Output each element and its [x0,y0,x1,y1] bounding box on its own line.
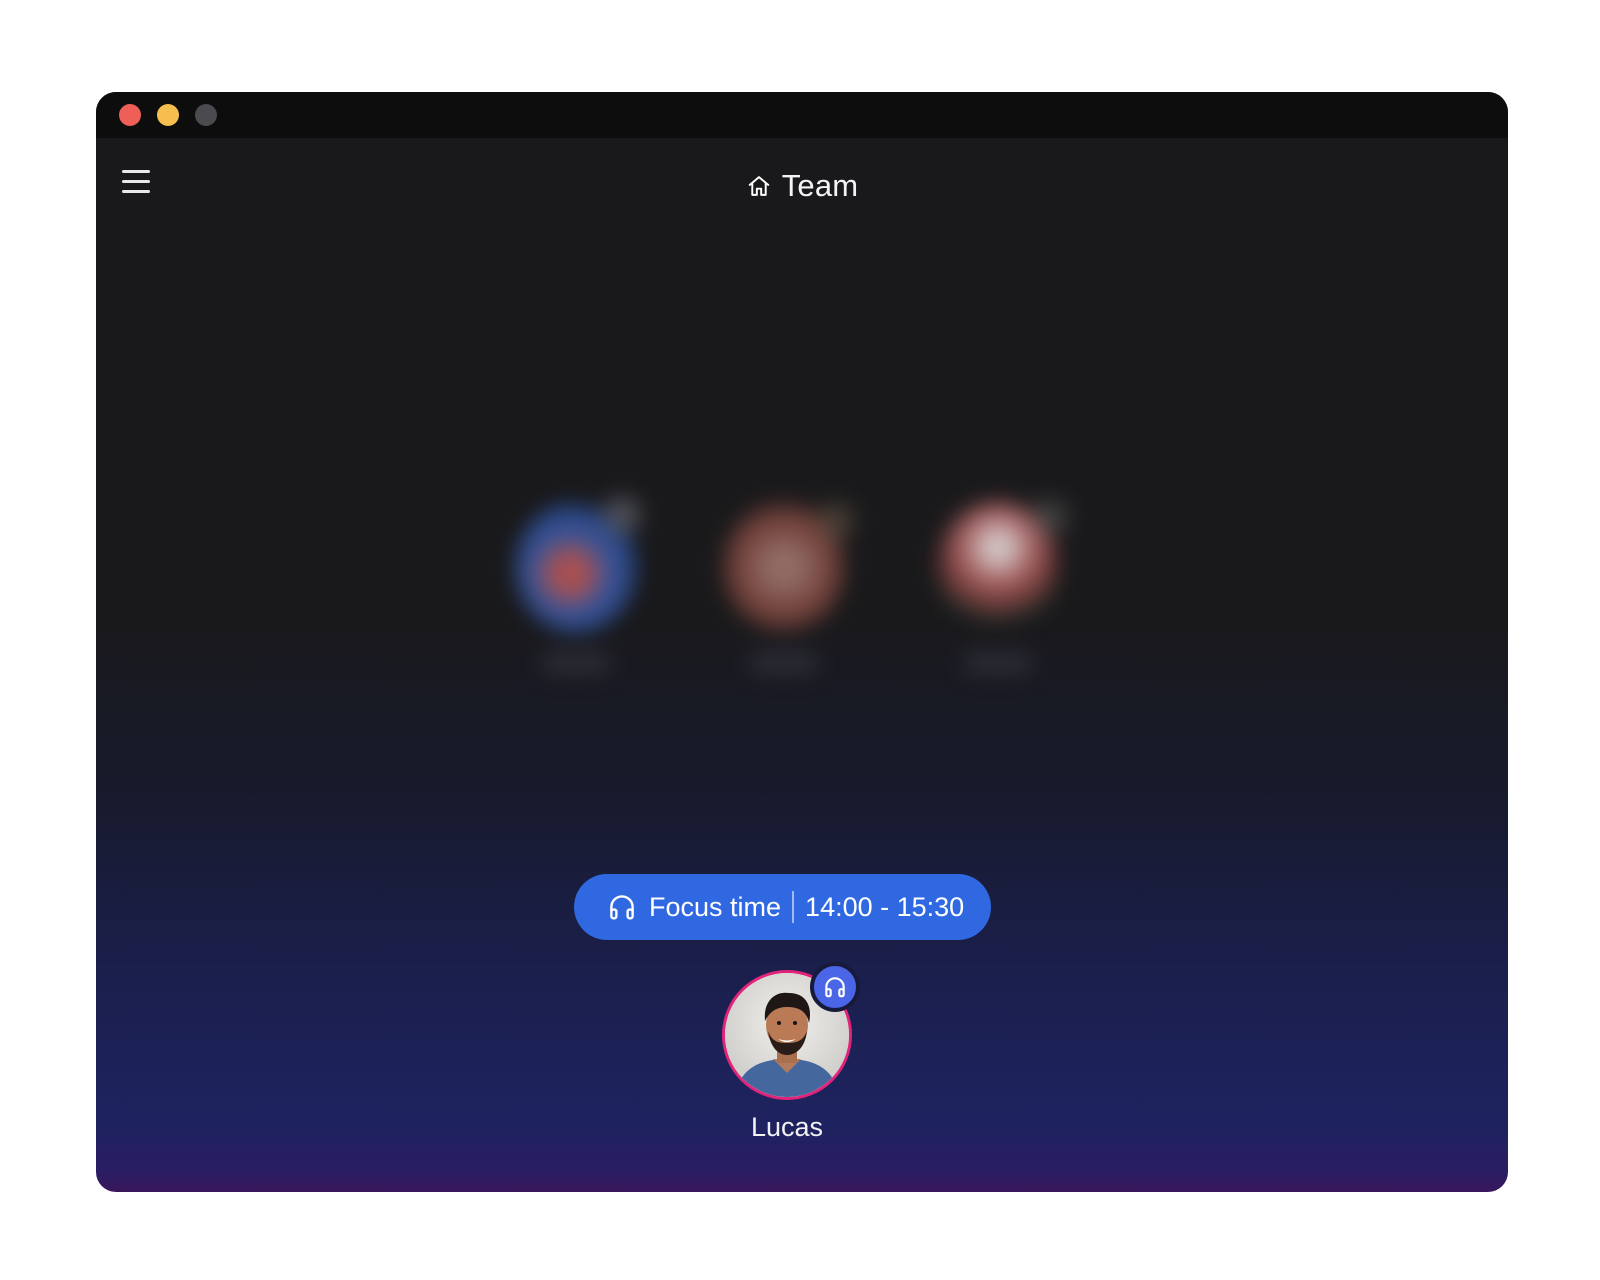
app-window: Team Focus time 14:00 - 15:30 Lucas [96,92,1508,1192]
current-user-name: Lucas [750,1112,824,1142]
home-icon [748,176,769,196]
blurred-member-avatar [491,492,661,712]
close-window-button[interactable] [119,104,141,126]
zoom-window-button[interactable] [195,104,217,126]
title-bar [96,92,1508,138]
page-title-text: Team [781,168,859,203]
blurred-member-avatar [913,492,1083,712]
page-title: Team [96,166,1508,206]
headphones-icon [825,977,845,998]
focus-time-status-pill[interactable]: Focus time 14:00 - 15:30 [574,874,991,940]
focus-time-label: Focus time [649,891,782,922]
minimize-window-button[interactable] [157,104,179,126]
pill-divider [792,891,795,923]
headphones-icon [610,895,634,920]
blurred-member-avatar [699,492,869,712]
current-user-avatar-group [722,962,860,1100]
focus-time-range: 14:00 - 15:30 [805,891,965,922]
focus-status-badge [810,962,860,1012]
